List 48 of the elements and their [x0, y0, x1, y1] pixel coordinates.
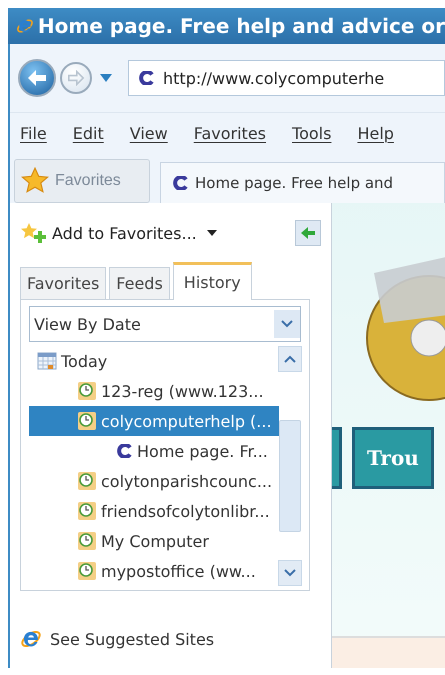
menu-item[interactable]: View — [130, 124, 168, 142]
history-item[interactable]: Today — [29, 346, 279, 376]
history-icon — [77, 381, 97, 401]
browser-tab[interactable]: Home page. Free help and — [160, 162, 445, 203]
menu-item[interactable]: File — [20, 124, 47, 142]
suggested-sites-link[interactable]: See Suggested Sites — [20, 628, 321, 650]
forward-arrow-icon — [67, 70, 85, 86]
site-icon — [173, 176, 189, 190]
pin-button[interactable] — [295, 220, 321, 246]
forward-button[interactable] — [60, 62, 92, 94]
view-dropdown[interactable]: View By Date — [29, 306, 301, 342]
history-item[interactable]: friendsofcolytonlibr... — [29, 496, 279, 526]
site-icon — [139, 71, 155, 85]
add-to-favorites-button[interactable]: Add to Favorites... — [20, 222, 197, 244]
star-icon — [21, 167, 49, 195]
history-icon — [77, 561, 97, 581]
panel-tab[interactable]: Favorites — [20, 267, 106, 299]
pin-arrow-icon — [300, 226, 316, 240]
address-field[interactable]: http://www.colycomputerhe — [128, 60, 445, 96]
history-icon — [77, 531, 97, 551]
history-icon — [77, 501, 97, 521]
menu-item[interactable]: Favorites — [194, 124, 266, 142]
panel-tab[interactable]: History — [172, 262, 252, 300]
history-item[interactable]: colycomputerhelp (... — [29, 406, 279, 436]
history-icon — [77, 471, 97, 491]
menu-item[interactable]: Tools — [292, 124, 332, 142]
chevron-down-icon — [281, 320, 293, 328]
history-item[interactable]: Home page. Fr... — [29, 436, 279, 466]
back-arrow-icon — [26, 68, 48, 88]
history-item[interactable]: 123-reg (www.123... — [29, 376, 279, 406]
menu-item[interactable]: Help — [357, 124, 394, 142]
nav-menu-button[interactable] — [332, 427, 342, 489]
panel-tab[interactable]: Feeds — [109, 267, 170, 299]
scrollbar[interactable] — [279, 346, 301, 586]
window-title: Home page. Free help and advice or — [8, 8, 445, 44]
chevron-down-icon — [284, 569, 296, 577]
chevron-up-icon — [284, 355, 296, 363]
back-button[interactable] — [18, 59, 56, 97]
browser-logo-icon — [20, 628, 42, 650]
history-item[interactable]: mypostoffice (ww... — [29, 556, 279, 586]
history-item[interactable]: My Computer — [29, 526, 279, 556]
history-icon — [77, 411, 97, 431]
calendar-icon — [37, 351, 57, 371]
dropdown-caret-icon[interactable] — [206, 228, 217, 238]
site-icon — [117, 444, 133, 458]
add-favorite-star-icon — [20, 222, 46, 244]
menu-item[interactable]: Edit — [72, 124, 104, 142]
history-item[interactable]: colytonparishcounc... — [29, 466, 279, 496]
